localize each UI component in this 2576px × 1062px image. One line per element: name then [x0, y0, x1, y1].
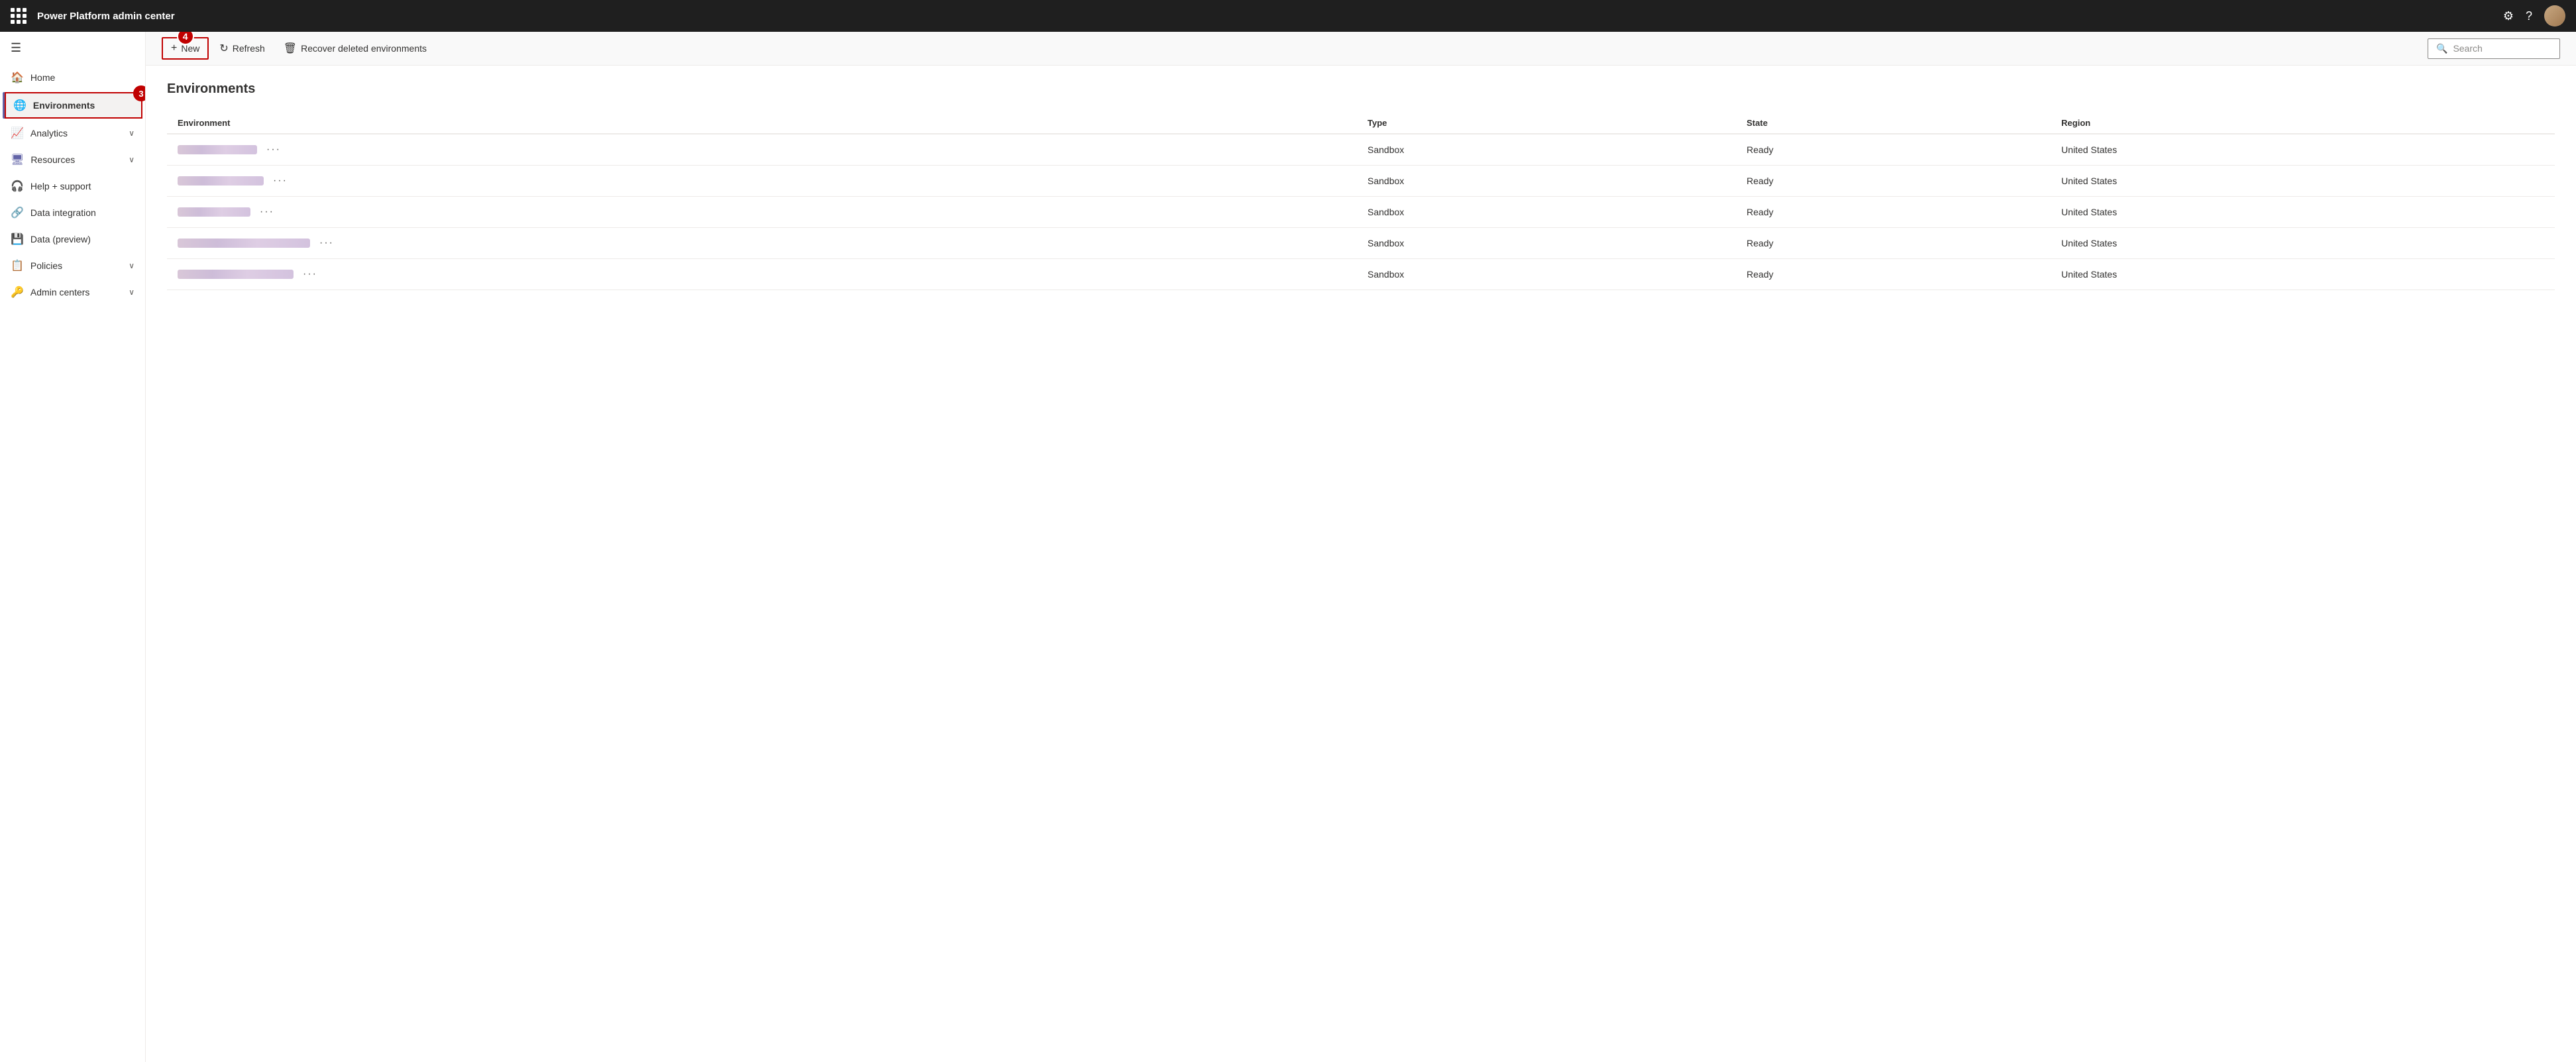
- sidebar-item-resources[interactable]: 🖥 Resources ∨: [0, 146, 145, 173]
- env-name-cell: ···: [167, 197, 1357, 228]
- table-row[interactable]: ··· SandboxReadyUnited States: [167, 134, 2555, 166]
- sidebar-item-policies-label: Policies: [30, 260, 122, 271]
- sidebar-item-admin-centers-label: Admin centers: [30, 287, 122, 297]
- sidebar-item-analytics-label: Analytics: [30, 128, 122, 138]
- env-type: Sandbox: [1357, 134, 1736, 166]
- env-type: Sandbox: [1357, 228, 1736, 259]
- data-integration-icon: 🔗: [11, 206, 24, 219]
- toolbar: 4 + New ↻ Refresh 🗑 Recover deleted envi…: [146, 32, 2576, 66]
- content-area: Environments Environment Type State Regi…: [146, 66, 2576, 306]
- environments-icon: 🌐: [13, 99, 27, 112]
- home-icon: 🏠: [11, 71, 24, 84]
- recover-icon: 🗑: [284, 42, 297, 55]
- column-header-type: Type: [1357, 113, 1736, 134]
- sidebar-item-analytics[interactable]: 📈 Analytics ∨: [0, 120, 145, 146]
- sidebar-item-environments[interactable]: 3 🌐 Environments: [3, 92, 142, 119]
- sidebar: ☰ 🏠 Home 3 🌐 Environments 📈 Analytics ∨ …: [0, 32, 146, 1062]
- topbar: Power Platform admin center ⚙ ?: [0, 0, 2576, 32]
- app-title: Power Platform admin center: [37, 11, 175, 22]
- column-header-environment: Environment: [167, 113, 1357, 134]
- topbar-right: ⚙ ?: [2503, 5, 2565, 27]
- avatar[interactable]: [2544, 5, 2565, 27]
- env-name-blurred: [178, 207, 250, 217]
- env-name-blurred: [178, 270, 294, 279]
- policies-chevron-icon: ∨: [129, 261, 134, 270]
- resources-chevron-icon: ∨: [129, 155, 134, 164]
- env-state: Ready: [1736, 259, 2051, 290]
- plus-icon: +: [171, 42, 177, 54]
- data-preview-icon: 💾: [11, 233, 24, 246]
- sidebar-item-policies[interactable]: 📋 Policies ∨: [0, 252, 145, 279]
- refresh-button-label: Refresh: [233, 43, 265, 54]
- env-type: Sandbox: [1357, 166, 1736, 197]
- help-icon[interactable]: ?: [2526, 9, 2532, 23]
- recover-button[interactable]: 🗑 Recover deleted environments: [276, 38, 435, 59]
- refresh-icon: ↻: [219, 42, 228, 55]
- sidebar-item-resources-label: Resources: [30, 154, 122, 165]
- hamburger-button[interactable]: ☰: [0, 32, 145, 64]
- sidebar-item-help-support-label: Help + support: [30, 181, 134, 191]
- resources-icon: 🖥: [11, 153, 24, 166]
- sidebar-item-home[interactable]: 🏠 Home: [0, 64, 145, 91]
- sidebar-item-data-integration-label: Data integration: [30, 207, 134, 218]
- env-name-cell: ···: [167, 134, 1357, 166]
- analytics-chevron-icon: ∨: [129, 129, 134, 138]
- admin-centers-icon: 🔑: [11, 286, 24, 299]
- search-box[interactable]: 🔍 Search: [2428, 38, 2560, 59]
- env-type: Sandbox: [1357, 259, 1736, 290]
- env-more-button[interactable]: ···: [269, 174, 292, 188]
- column-header-state: State: [1736, 113, 2051, 134]
- table-header-row: Environment Type State Region: [167, 113, 2555, 134]
- column-header-region: Region: [2051, 113, 2555, 134]
- layout: ☰ 🏠 Home 3 🌐 Environments 📈 Analytics ∨ …: [0, 32, 2576, 1062]
- table-row[interactable]: ··· SandboxReadyUnited States: [167, 228, 2555, 259]
- sidebar-item-environments-label: Environments: [33, 100, 132, 111]
- env-name-cell: ···: [167, 228, 1357, 259]
- environments-table: Environment Type State Region ··· Sandbox…: [167, 113, 2555, 290]
- sidebar-item-home-label: Home: [30, 72, 134, 83]
- sidebar-item-admin-centers[interactable]: 🔑 Admin centers ∨: [0, 279, 145, 305]
- new-button-wrapper: 4 + New: [162, 37, 209, 60]
- search-placeholder: Search: [2453, 43, 2482, 54]
- env-name-cell: ···: [167, 259, 1357, 290]
- sidebar-item-data-preview-label: Data (preview): [30, 234, 134, 244]
- table-row[interactable]: ··· SandboxReadyUnited States: [167, 197, 2555, 228]
- env-name-cell: ···: [167, 166, 1357, 197]
- env-name-blurred: [178, 176, 264, 186]
- env-more-button[interactable]: ···: [299, 267, 321, 282]
- env-more-button[interactable]: ···: [262, 142, 285, 157]
- admin-centers-chevron-icon: ∨: [129, 288, 134, 297]
- env-more-button[interactable]: ···: [315, 236, 338, 250]
- env-region: United States: [2051, 197, 2555, 228]
- env-name-blurred: [178, 145, 257, 154]
- env-region: United States: [2051, 228, 2555, 259]
- step-3-badge: 3: [133, 85, 146, 101]
- env-region: United States: [2051, 134, 2555, 166]
- table-row[interactable]: ··· SandboxReadyUnited States: [167, 259, 2555, 290]
- policies-icon: 📋: [11, 259, 24, 272]
- apps-icon[interactable]: [11, 8, 27, 24]
- env-state: Ready: [1736, 166, 2051, 197]
- env-more-button[interactable]: ···: [256, 205, 278, 219]
- recover-button-label: Recover deleted environments: [301, 43, 427, 54]
- env-region: United States: [2051, 259, 2555, 290]
- env-type: Sandbox: [1357, 197, 1736, 228]
- env-state: Ready: [1736, 197, 2051, 228]
- table-row[interactable]: ··· SandboxReadyUnited States: [167, 166, 2555, 197]
- env-region: United States: [2051, 166, 2555, 197]
- sidebar-item-help-support[interactable]: 🎧 Help + support: [0, 173, 145, 199]
- analytics-icon: 📈: [11, 127, 24, 140]
- sidebar-item-data-integration[interactable]: 🔗 Data integration: [0, 199, 145, 226]
- main-content: 4 + New ↻ Refresh 🗑 Recover deleted envi…: [146, 32, 2576, 1062]
- settings-icon[interactable]: ⚙: [2503, 9, 2514, 23]
- env-state: Ready: [1736, 134, 2051, 166]
- help-support-icon: 🎧: [11, 180, 24, 193]
- env-name-blurred: [178, 239, 310, 248]
- refresh-button[interactable]: ↻ Refresh: [211, 38, 272, 59]
- env-state: Ready: [1736, 228, 2051, 259]
- search-icon: 🔍: [2436, 43, 2447, 54]
- sidebar-item-data-preview[interactable]: 💾 Data (preview): [0, 226, 145, 252]
- page-title: Environments: [167, 81, 2555, 97]
